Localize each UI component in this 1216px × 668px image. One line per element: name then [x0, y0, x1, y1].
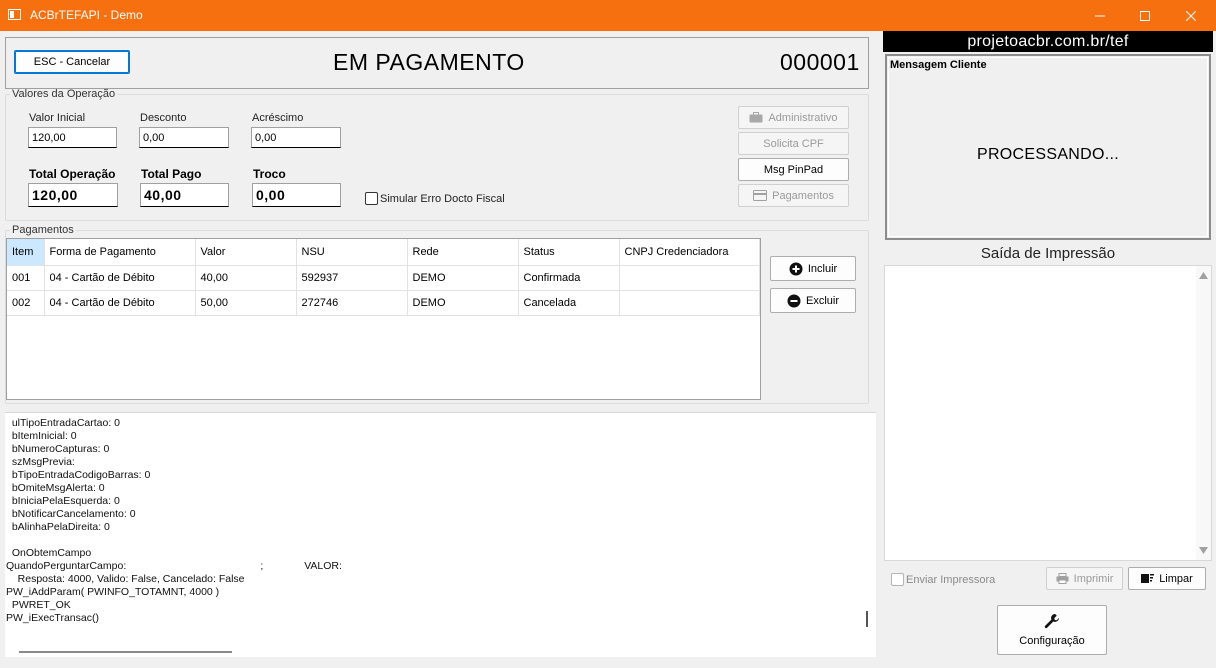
print-output-scrollbar[interactable] — [1196, 266, 1211, 560]
valor-inicial-input[interactable]: 120,00 — [28, 127, 117, 148]
column-header[interactable]: Forma de Pagamento — [44, 239, 196, 266]
credit-card-icon — [753, 190, 768, 201]
app-icon — [8, 9, 21, 20]
table-cell: 50,00 — [195, 290, 297, 316]
table-cell: Cancelada — [518, 290, 620, 316]
table-cell — [619, 265, 760, 291]
close-icon — [1185, 10, 1197, 22]
pagamentos-button[interactable]: Pagamentos — [738, 184, 849, 207]
table-cell: 04 - Cartão de Débito — [44, 290, 196, 316]
plus-circle-icon — [789, 262, 803, 275]
column-header[interactable]: NSU — [296, 239, 408, 266]
total-pago-input[interactable]: 40,00 — [140, 183, 229, 207]
total-operacao-label: Total Operação — [29, 167, 116, 181]
minus-circle-icon — [787, 294, 801, 307]
table-header-row: Item Forma de Pagamento Valor NSU Rede S… — [7, 239, 760, 266]
enviar-impressora-checkbox[interactable] — [891, 573, 904, 586]
mensagem-cliente-panel: Mensagem Cliente PROCESSANDO... — [885, 54, 1211, 240]
table-cell: 272746 — [296, 290, 408, 316]
table-cell: DEMO — [407, 265, 519, 291]
payments-grid[interactable]: Item Forma de Pagamento Valor NSU Rede S… — [6, 238, 761, 400]
column-header[interactable]: Item — [7, 239, 45, 266]
maximize-button[interactable] — [1122, 0, 1168, 31]
table-cell — [619, 290, 760, 316]
payments-table: Item Forma de Pagamento Valor NSU Rede S… — [7, 239, 760, 316]
incluir-button[interactable]: Incluir — [770, 256, 856, 281]
site-banner: projetoacbr.com.br/tef — [883, 31, 1213, 52]
transaction-counter: 000001 — [780, 49, 860, 75]
minimize-button[interactable] — [1077, 0, 1123, 31]
pagamentos-label: Pagamentos — [772, 189, 834, 202]
processando-text: PROCESSANDO... — [976, 146, 1119, 163]
table-cell: 592937 — [296, 265, 408, 291]
column-header[interactable]: Rede — [407, 239, 519, 266]
simular-erro-checkbox[interactable] — [365, 192, 378, 205]
payments-legend: Pagamentos — [12, 224, 74, 236]
esc-cancel-button[interactable]: ESC - Cancelar — [14, 50, 130, 74]
log-horizontal-scrollbar-thumb[interactable] — [19, 651, 232, 653]
table-cell: Confirmada — [518, 265, 620, 291]
acrescimo-input[interactable]: 0,00 — [251, 127, 341, 148]
minimize-icon — [1095, 15, 1105, 17]
status-title: EM PAGAMENTO — [333, 49, 525, 75]
troco-label: Troco — [253, 167, 286, 181]
title-bar: ACBrTEFAPI - Demo — [0, 0, 1216, 31]
window-title: ACBrTEFAPI - Demo — [30, 8, 143, 22]
troco-input[interactable]: 0,00 — [252, 183, 341, 207]
desconto-label: Desconto — [140, 112, 187, 124]
excluir-label: Excluir — [805, 294, 839, 307]
msg-pinpad-button[interactable]: Msg PinPad — [738, 158, 849, 181]
table-cell: 001 — [7, 265, 45, 291]
total-operacao-input[interactable]: 120,00 — [28, 183, 118, 207]
acrescimo-label: Acréscimo — [252, 112, 304, 124]
wrench-icon — [1044, 614, 1059, 629]
table-cell: 002 — [7, 290, 45, 316]
briefcase-icon — [749, 112, 763, 123]
clear-list-icon — [1141, 574, 1155, 583]
table-row[interactable]: 002 04 - Cartão de Débito 50,00 272746 D… — [7, 290, 760, 316]
total-pago-label: Total Pago — [141, 167, 202, 181]
header-panel: ESC - Cancelar EM PAGAMENTO 000001 — [5, 37, 869, 89]
log-textarea[interactable]: ulTipoEntradaCartao: 0 bItemInicial: 0 b… — [5, 412, 876, 657]
solicita-cpf-button[interactable]: Solicita CPF — [738, 132, 849, 155]
close-button[interactable] — [1168, 0, 1214, 31]
table-cell: DEMO — [407, 290, 519, 316]
configuracao-button[interactable]: Configuração — [997, 605, 1107, 655]
administrativo-label: Administrativo — [768, 111, 838, 124]
limpar-button[interactable]: Limpar — [1128, 567, 1206, 590]
excluir-button[interactable]: Excluir — [770, 288, 856, 313]
scroll-up-icon[interactable] — [1199, 272, 1208, 279]
column-header[interactable]: CNPJ Credenciadora — [619, 239, 760, 266]
imprimir-button[interactable]: Imprimir — [1046, 567, 1123, 590]
imprimir-label: Imprimir — [1073, 572, 1114, 585]
incluir-label: Incluir — [807, 262, 838, 275]
desconto-input[interactable]: 0,00 — [139, 127, 229, 148]
simular-erro-label: Simular Erro Docto Fiscal — [380, 193, 505, 205]
table-cell: 40,00 — [195, 265, 297, 291]
limpar-label: Limpar — [1159, 572, 1193, 585]
scroll-down-icon[interactable] — [1199, 547, 1208, 554]
configuracao-label: Configuração — [1019, 635, 1085, 647]
column-header[interactable]: Status — [518, 239, 620, 266]
table-cell: 04 - Cartão de Débito — [44, 265, 196, 291]
column-header[interactable]: Valor — [195, 239, 297, 266]
maximize-icon — [1140, 11, 1150, 22]
administrativo-button[interactable]: Administrativo — [738, 106, 849, 129]
saida-impressao-label: Saída de Impressão — [980, 245, 1116, 262]
log-vertical-scrollbar-thumb[interactable] — [866, 611, 868, 627]
enviar-impressora-label: Enviar Impressora — [906, 574, 996, 586]
print-output-area[interactable] — [884, 265, 1212, 561]
operation-values-legend: Valores da Operação — [12, 88, 116, 100]
table-row[interactable]: 001 04 - Cartão de Débito 40,00 592937 D… — [7, 265, 760, 291]
printer-icon — [1056, 573, 1069, 584]
mensagem-cliente-label: Mensagem Cliente — [890, 59, 987, 71]
log-text: ulTipoEntradaCartao: 0 bItemInicial: 0 b… — [6, 417, 342, 624]
valor-inicial-label: Valor Inicial — [29, 112, 86, 124]
